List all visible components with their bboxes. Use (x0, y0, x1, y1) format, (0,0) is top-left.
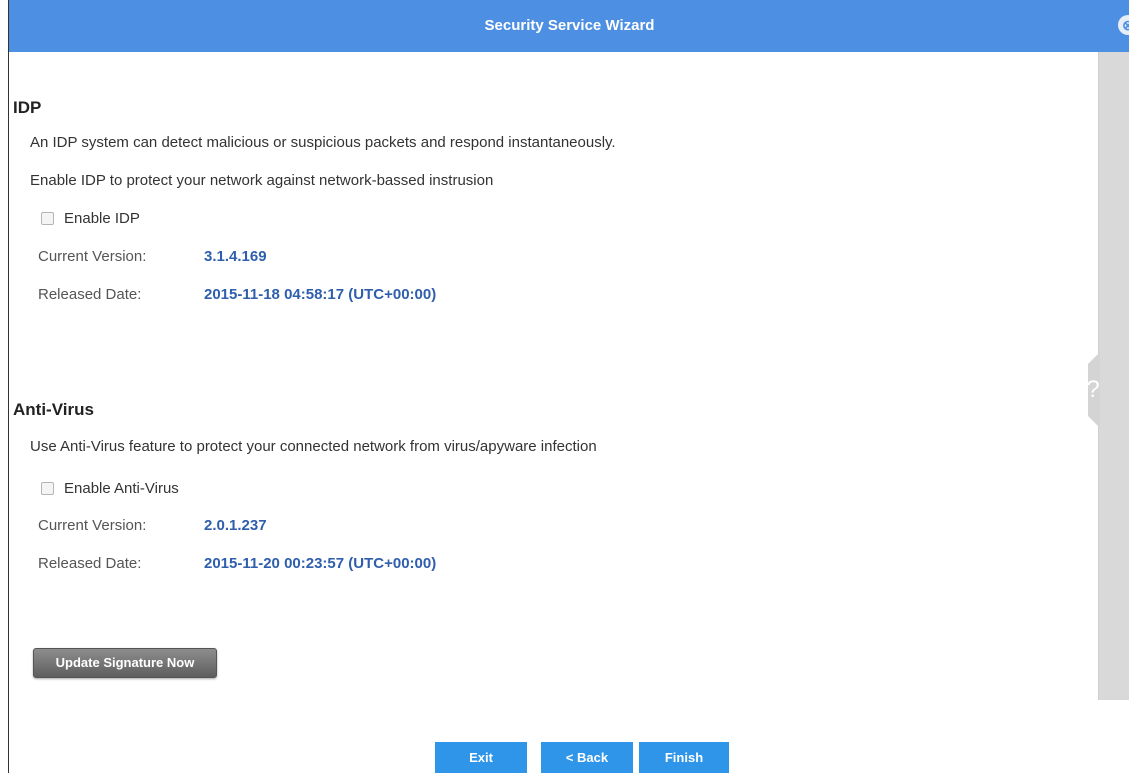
exit-button[interactable]: Exit (435, 742, 527, 773)
enable-antivirus-checkbox[interactable] (41, 482, 54, 495)
help-question-icon: ? (1086, 352, 1100, 428)
back-button[interactable]: < Back (541, 742, 633, 773)
svg-text:?: ? (1086, 376, 1099, 403)
idp-released-date-value: 2015-11-18 04:58:17 (UTC+00:00) (204, 286, 437, 303)
update-signature-button[interactable]: Update Signature Now (33, 648, 217, 678)
idp-heading: IDP (13, 98, 42, 117)
help-side-panel (1098, 52, 1129, 700)
enable-antivirus-row[interactable]: Enable Anti-Virus (41, 480, 179, 497)
help-tab[interactable]: ? (1076, 352, 1100, 428)
enable-idp-label: Enable IDP (64, 210, 140, 227)
idp-description-1: An IDP system can detect malicious or su… (30, 134, 616, 151)
enable-idp-row[interactable]: Enable IDP (41, 210, 140, 227)
antivirus-current-version-value: 2.0.1.237 (204, 517, 267, 534)
enable-idp-checkbox[interactable] (41, 212, 54, 225)
wizard-window: Security Service Wizard ⊗ ? IDP An IDP s… (8, 0, 1129, 773)
window-title: Security Service Wizard (484, 17, 655, 34)
antivirus-current-version-label: Current Version: (38, 517, 147, 534)
enable-antivirus-label: Enable Anti-Virus (64, 480, 179, 497)
antivirus-description: Use Anti-Virus feature to protect your c… (30, 438, 597, 455)
antivirus-released-date-value: 2015-11-20 00:23:57 (UTC+00:00) (204, 555, 437, 572)
antivirus-released-date-label: Released Date: (38, 555, 142, 572)
finish-button[interactable]: Finish (639, 742, 729, 773)
idp-released-date-label: Released Date: (38, 286, 142, 303)
antivirus-heading: Anti-Virus (13, 400, 94, 419)
idp-description-2: Enable IDP to protect your network again… (30, 172, 494, 189)
idp-current-version-label: Current Version: (38, 248, 147, 265)
title-bar: Security Service Wizard ⊗ (9, 0, 1129, 52)
idp-current-version-value: 3.1.4.169 (204, 248, 267, 265)
